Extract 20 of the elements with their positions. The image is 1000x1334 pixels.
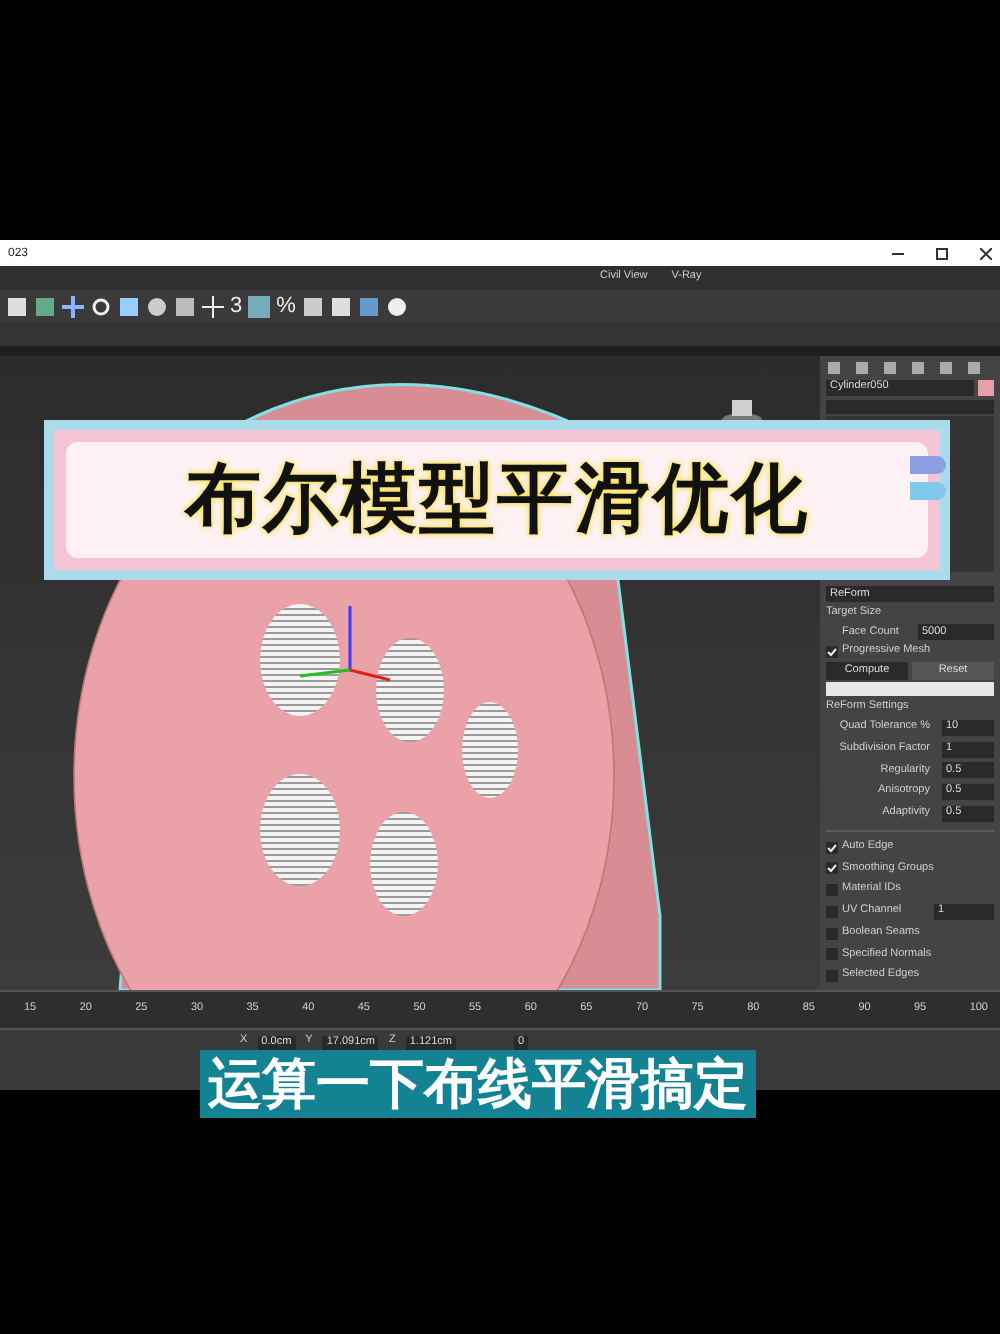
percent-snap-toggle[interactable]: % (276, 295, 296, 317)
banner-title: 布尔模型平滑优化 (185, 455, 809, 545)
checkbox[interactable] (826, 646, 838, 659)
sphere-icon[interactable] (146, 295, 168, 317)
maximize-icon[interactable] (936, 247, 948, 259)
minimize-icon[interactable] (892, 251, 904, 255)
close-icon[interactable] (980, 247, 992, 259)
checkbox[interactable] (826, 948, 838, 961)
color-swatch[interactable] (978, 380, 994, 397)
crosshair-icon[interactable] (202, 295, 224, 317)
move-icon[interactable] (62, 295, 84, 317)
checkbox[interactable] (826, 884, 838, 897)
checkbox[interactable] (826, 841, 838, 854)
rotate-icon[interactable] (90, 295, 112, 317)
checkbox[interactable] (826, 905, 838, 918)
checkbox[interactable] (826, 862, 838, 875)
snap-toggle[interactable]: 3 (230, 295, 243, 317)
checkbox[interactable] (826, 970, 838, 983)
subtitle: 运算一下布线平滑搞定 (200, 1050, 756, 1119)
checkbox[interactable] (826, 927, 838, 940)
